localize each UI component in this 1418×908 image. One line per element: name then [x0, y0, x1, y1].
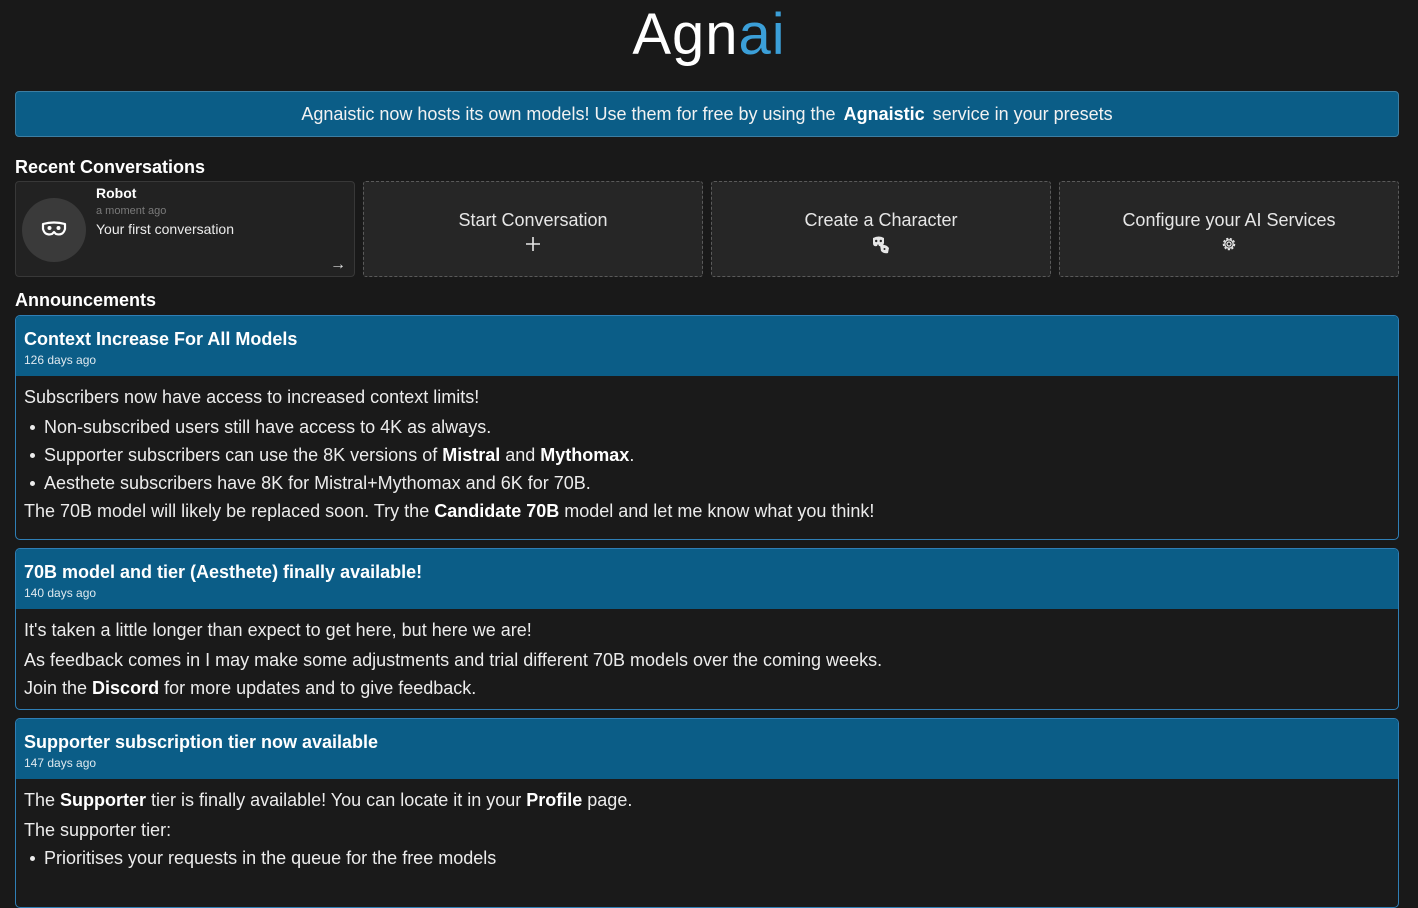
- banner-service-name: Agnaistic: [843, 103, 925, 124]
- announcement-card: 70B model and tier (Aesthete) finally av…: [15, 548, 1399, 710]
- announcement-list-item: Non-subscribed users still have access t…: [24, 413, 1390, 441]
- announcement-header: 70B model and tier (Aesthete) finally av…: [16, 549, 1398, 609]
- announcement-list-item: Aesthete subscribers have 8K for Mistral…: [24, 469, 1390, 497]
- text-segment: and: [500, 445, 541, 465]
- announcement-date: 140 days ago: [24, 586, 97, 600]
- character-icon: [870, 234, 892, 254]
- announcement-paragraph: Subscribers now have access to increased…: [24, 387, 480, 407]
- configure-ai-services-button[interactable]: Configure your AI Services: [1059, 181, 1399, 277]
- banner-text: Agnaistic now hosts its own models! Use …: [301, 103, 836, 124]
- announcement-paragraph: As feedback comes in I may make some adj…: [24, 650, 883, 670]
- text-segment: Supporter subscribers can use the 8K ver…: [44, 445, 443, 465]
- announcement-card: Context Increase For All Models 126 days…: [15, 315, 1399, 540]
- announcement-date: 126 days ago: [24, 353, 97, 367]
- gear-icon: [1220, 234, 1238, 254]
- conversation-timestamp: a moment ago: [96, 205, 167, 217]
- recent-conversations-heading: Recent Conversations: [15, 157, 206, 177]
- profile-link[interactable]: Profile: [526, 790, 582, 810]
- start-conversation-label: Start Conversation: [458, 210, 608, 230]
- text-segment: The 70B model will likely be replaced so…: [24, 501, 435, 521]
- announcement-header: Supporter subscription tier now availabl…: [16, 719, 1398, 779]
- plus-icon: [525, 234, 541, 254]
- conversation-character-name: Robot: [96, 185, 137, 201]
- recent-conversation-card[interactable]: Robot a moment ago Your first conversati…: [15, 181, 355, 277]
- model-name-mistral: Mistral: [442, 445, 501, 465]
- avatar: [22, 198, 86, 262]
- announcement-title: 70B model and tier (Aesthete) finally av…: [24, 562, 423, 582]
- announcement-paragraph: Join the Discord for more updates and to…: [24, 674, 1390, 702]
- announcement-title: Context Increase For All Models: [24, 329, 298, 349]
- announcement-banner: Agnaistic now hosts its own models! Use …: [15, 91, 1399, 137]
- text-segment: for more updates and to give feedback.: [159, 678, 477, 698]
- announcement-body: Subscribers now have access to increased…: [16, 376, 1398, 525]
- announcement-paragraph: The Supporter tier is finally available!…: [24, 788, 1390, 812]
- text-segment: .: [629, 445, 635, 465]
- create-character-label: Create a Character: [804, 210, 958, 230]
- text-segment: The: [24, 790, 61, 810]
- model-name-candidate: Candidate 70B: [434, 501, 560, 521]
- announcement-date: 147 days ago: [24, 756, 97, 770]
- announcement-list-item: Supporter subscribers can use the 8K ver…: [24, 441, 1390, 469]
- announcement-card: Supporter subscription tier now availabl…: [15, 718, 1399, 908]
- logo-accent: ai: [738, 2, 786, 67]
- text-segment: Join the: [24, 678, 93, 698]
- banner-text-end: service in your presets: [932, 103, 1113, 124]
- tier-name-supporter: Supporter: [60, 790, 147, 810]
- announcement-paragraph: The 70B model will likely be replaced so…: [24, 497, 1390, 525]
- app-logo: Agnai: [0, 2, 1418, 68]
- text-segment: page.: [582, 790, 633, 810]
- conversation-title: Your first conversation: [96, 221, 234, 237]
- announcement-header: Context Increase For All Models 126 days…: [16, 316, 1398, 376]
- model-name-mythomax: Mythomax: [540, 445, 630, 465]
- start-conversation-button[interactable]: Start Conversation: [363, 181, 703, 277]
- announcement-list-item: Prioritises your requests in the queue f…: [24, 844, 1390, 872]
- text-segment: model and let me know what you think!: [559, 501, 875, 521]
- announcement-paragraph: It's taken a little longer than expect t…: [24, 620, 532, 640]
- robot-mask-icon: [41, 221, 67, 236]
- announcement-paragraph: The supporter tier:: [24, 820, 172, 840]
- open-conversation-arrow-icon[interactable]: →: [330, 256, 346, 274]
- announcement-title: Supporter subscription tier now availabl…: [24, 732, 379, 752]
- text-segment: tier is finally available! You can locat…: [146, 790, 527, 810]
- announcement-body: The Supporter tier is finally available!…: [16, 779, 1398, 872]
- logo-main: Agn: [632, 2, 739, 67]
- announcements-heading: Announcements: [15, 290, 157, 310]
- configure-ai-services-label: Configure your AI Services: [1122, 210, 1336, 230]
- create-character-button[interactable]: Create a Character: [711, 181, 1051, 277]
- discord-link[interactable]: Discord: [92, 678, 159, 698]
- announcement-body: It's taken a little longer than expect t…: [16, 609, 1398, 702]
